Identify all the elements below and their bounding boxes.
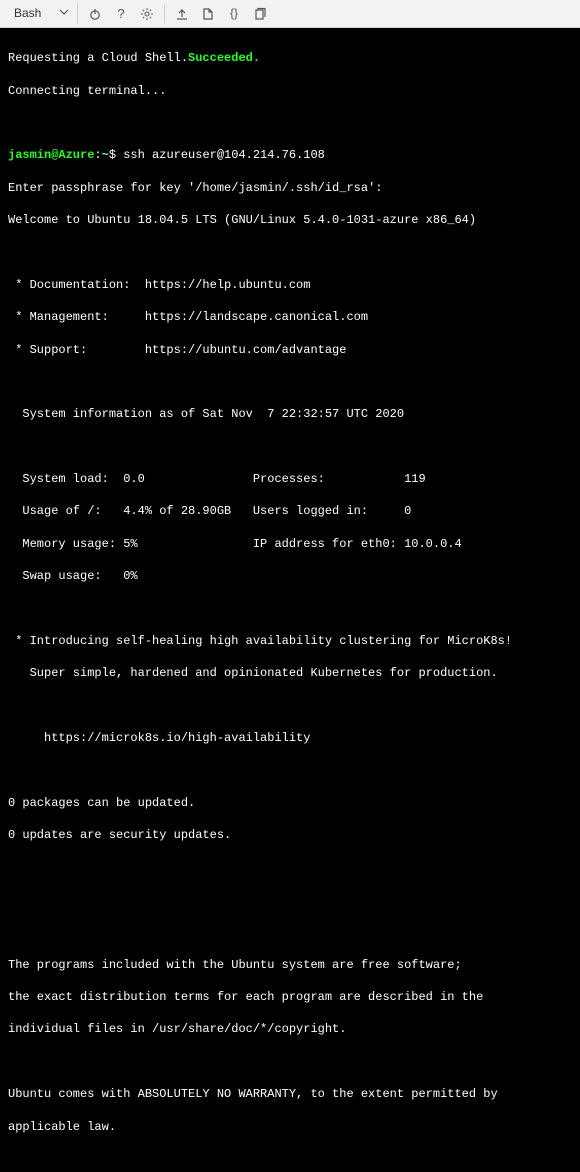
- output-line: [8, 762, 572, 778]
- output-line: Ubuntu comes with ABSOLUTELY NO WARRANTY…: [8, 1086, 572, 1102]
- output-line: Enter passphrase for key '/home/jasmin/.…: [8, 180, 572, 196]
- output-line: [8, 374, 572, 390]
- output-line: [8, 439, 572, 455]
- prompt-line: jasmin@Azure:~$ ssh azureuser@104.214.76…: [8, 147, 572, 163]
- shell-selector-label: Bash: [14, 5, 41, 21]
- output-line: [8, 892, 572, 908]
- output-line: [8, 1151, 572, 1167]
- output-line: [8, 860, 572, 876]
- output-line: Memory usage: 5% IP address for eth0: 10…: [8, 536, 572, 552]
- help-icon[interactable]: ?: [112, 5, 130, 23]
- output-line: 0 packages can be updated.: [8, 795, 572, 811]
- output-line: Connecting terminal...: [8, 83, 572, 99]
- output-line: [8, 601, 572, 617]
- power-icon[interactable]: [86, 5, 104, 23]
- output-line: Welcome to Ubuntu 18.04.5 LTS (GNU/Linux…: [8, 212, 572, 228]
- toolbar-separator: [164, 5, 165, 23]
- braces-icon[interactable]: {}: [225, 5, 243, 23]
- output-line: * Management: https://landscape.canonica…: [8, 309, 572, 325]
- output-line: [8, 115, 572, 131]
- output-line: [8, 698, 572, 714]
- output-line: System load: 0.0 Processes: 119: [8, 471, 572, 487]
- cloud-shell-toolbar: Bash ? {}: [0, 0, 580, 28]
- chevron-down-icon: [59, 5, 69, 21]
- copy-icon[interactable]: [251, 5, 269, 23]
- shell-selector[interactable]: Bash: [6, 3, 78, 23]
- output-line: [8, 1054, 572, 1070]
- terminal-output[interactable]: Requesting a Cloud Shell.Succeeded. Conn…: [0, 28, 580, 1172]
- output-line: Super simple, hardened and opinionated K…: [8, 665, 572, 681]
- settings-icon[interactable]: [138, 5, 156, 23]
- output-line: applicable law.: [8, 1119, 572, 1135]
- output-line: * Support: https://ubuntu.com/advantage: [8, 342, 572, 358]
- output-line: Usage of /: 4.4% of 28.90GB Users logged…: [8, 503, 572, 519]
- output-line: * Introducing self-healing high availabi…: [8, 633, 572, 649]
- output-line: [8, 924, 572, 940]
- output-line: The programs included with the Ubuntu sy…: [8, 957, 572, 973]
- output-line: 0 updates are security updates.: [8, 827, 572, 843]
- newfile-icon[interactable]: [199, 5, 217, 23]
- output-line: the exact distribution terms for each pr…: [8, 989, 572, 1005]
- output-line: * Documentation: https://help.ubuntu.com: [8, 277, 572, 293]
- output-line: System information as of Sat Nov 7 22:32…: [8, 406, 572, 422]
- output-line: Requesting a Cloud Shell.Succeeded.: [8, 50, 572, 66]
- output-line: [8, 244, 572, 260]
- output-line: Swap usage: 0%: [8, 568, 572, 584]
- output-line: https://microk8s.io/high-availability: [8, 730, 572, 746]
- upload-icon[interactable]: [173, 5, 191, 23]
- output-line: individual files in /usr/share/doc/*/cop…: [8, 1021, 572, 1037]
